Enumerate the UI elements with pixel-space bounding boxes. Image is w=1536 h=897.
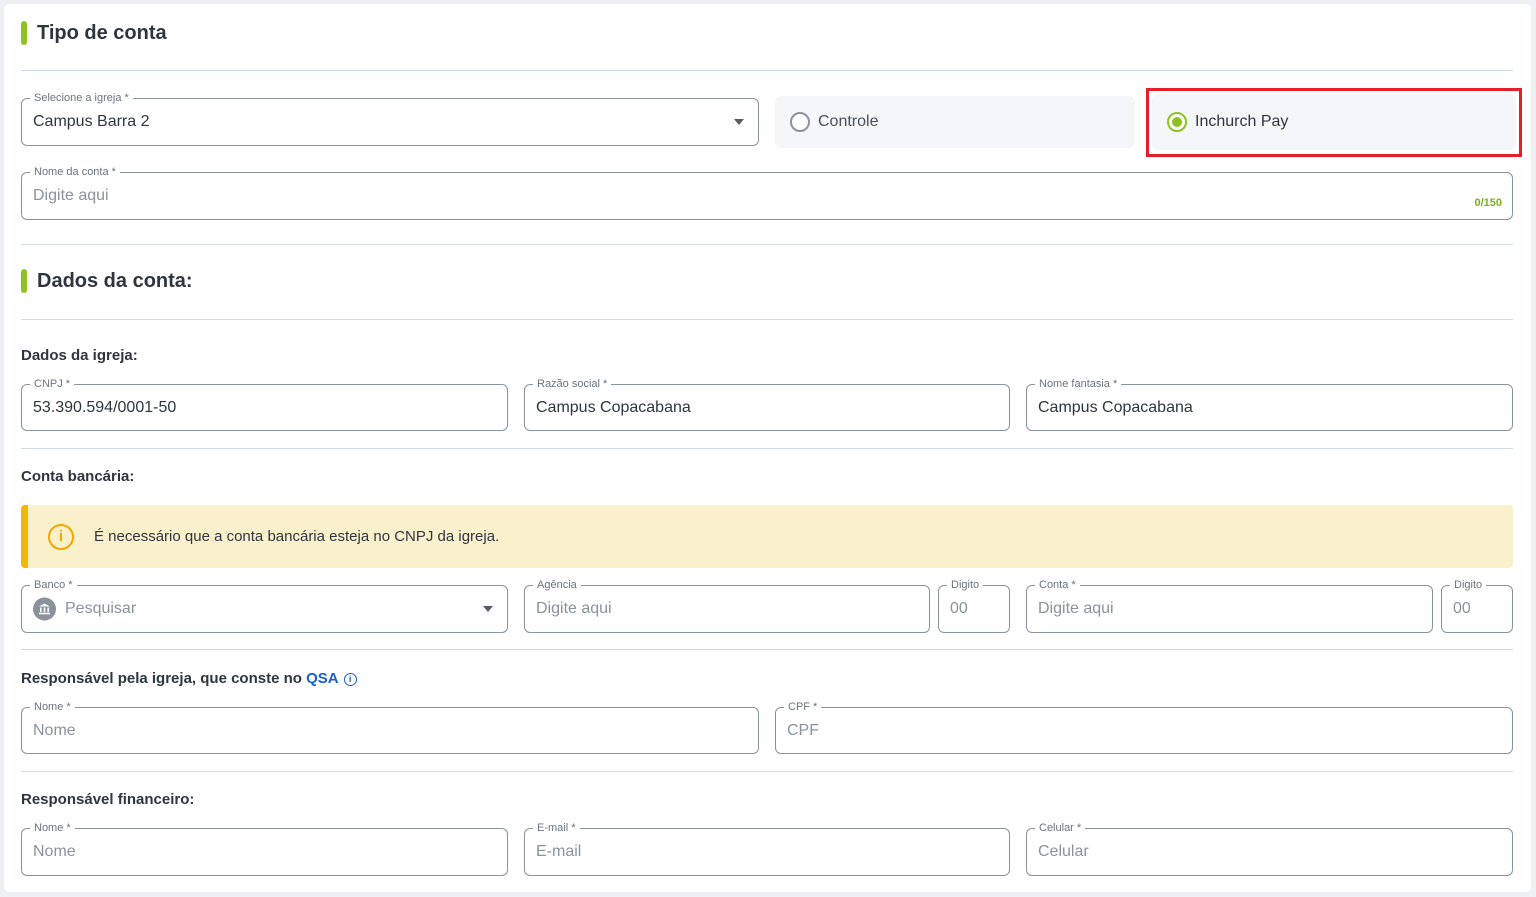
divider [21, 448, 1513, 449]
section-tipo-de-conta: Tipo de conta [21, 20, 167, 46]
banco-select[interactable]: Banco * Pesquisar [21, 578, 508, 633]
nome-fantasia-label: Nome fantasia * [1035, 377, 1122, 391]
nome-fantasia-value: Campus Copacabana [1038, 398, 1193, 416]
subsection-title-text: Responsável pela igreja, que conste no [21, 670, 307, 687]
cpf-label: CPF * [784, 700, 822, 714]
responsavel-nome-label: Nome * [30, 700, 75, 714]
celular-label: Celular * [1035, 821, 1086, 835]
conta-label: Conta * [1035, 578, 1080, 592]
igreja-select-label: Selecione a igreja * [30, 91, 133, 105]
banco-placeholder: Pesquisar [65, 600, 137, 617]
agencia-digito-placeholder: 00 [950, 600, 968, 617]
qsa-link[interactable]: QSA [306, 670, 339, 687]
section-title: Tipo de conta [37, 21, 167, 44]
email-field[interactable]: E-mail * E-mail [524, 821, 1010, 876]
radio-controle[interactable] [790, 112, 810, 132]
banco-label: Banco * [30, 578, 77, 592]
subsection-title: Responsável financeiro: [21, 791, 195, 808]
financeiro-nome-field[interactable]: Nome * Nome [21, 821, 508, 876]
celular-field[interactable]: Celular * Celular [1026, 821, 1513, 876]
cnpj-label: CNPJ * [30, 377, 75, 391]
section-accent-bar [21, 21, 27, 45]
igreja-select[interactable]: Selecione a igreja * Campus Barra 2 [21, 91, 759, 146]
email-placeholder: E-mail [536, 843, 582, 860]
nome-conta-field[interactable]: Nome da conta * Digite aqui 0/150 [21, 165, 1513, 220]
financeiro-nome-label: Nome * [30, 821, 75, 835]
responsavel-nome-field[interactable]: Nome * Nome [21, 700, 759, 754]
chevron-down-icon[interactable] [734, 119, 744, 125]
divider [21, 70, 1513, 71]
agencia-digito-field[interactable]: Digito 00 [938, 578, 1010, 633]
nome-conta-placeholder: Digite aqui [33, 187, 109, 204]
agencia-digito-label: Digito [947, 578, 984, 592]
conta-digito-placeholder: 00 [1453, 600, 1471, 617]
option-controle-label: Controle [818, 113, 879, 130]
conta-digito-label: Digito [1450, 578, 1487, 592]
divider [21, 649, 1513, 650]
section-dados-da-conta: Dados da conta: [21, 268, 193, 294]
option-controle[interactable]: Controle [775, 96, 1135, 148]
divider [21, 319, 1513, 320]
agencia-placeholder: Digite aqui [536, 600, 612, 617]
cnpj-field[interactable]: CNPJ * 53.390.594/0001-50 [21, 377, 508, 431]
bank-icon [33, 597, 56, 621]
razao-social-label: Razão social * [533, 377, 612, 391]
subsection-title: Conta bancária: [21, 468, 135, 485]
agencia-label: Agência [533, 578, 581, 592]
subsection-title-responsavel-igreja: Responsável pela igreja, que conste no Q… [21, 670, 357, 687]
chevron-down-icon[interactable] [483, 606, 493, 612]
selection-highlight [1146, 88, 1522, 157]
subsection-title: Dados da igreja: [21, 347, 138, 364]
nome-fantasia-field[interactable]: Nome fantasia * Campus Copacabana [1026, 377, 1513, 431]
info-icon[interactable]: i [343, 672, 357, 686]
section-title: Dados da conta: [37, 269, 193, 292]
divider [21, 244, 1513, 245]
section-accent-bar [21, 269, 27, 293]
bank-account-alert: i É necessário que a conta bancária este… [21, 505, 1513, 568]
nome-conta-label: Nome da conta * [30, 165, 120, 179]
celular-placeholder: Celular [1038, 843, 1089, 860]
divider [21, 771, 1513, 772]
cpf-placeholder: CPF [787, 721, 819, 739]
alert-text: É necessário que a conta bancária esteja… [94, 528, 500, 545]
info-icon: i [48, 523, 74, 550]
razao-social-field[interactable]: Razão social * Campus Copacabana [524, 377, 1010, 431]
cnpj-value: 53.390.594/0001-50 [33, 398, 177, 416]
conta-field[interactable]: Conta * Digite aqui [1026, 578, 1433, 633]
char-counter: 0/150 [1474, 197, 1502, 209]
razao-social-value: Campus Copacabana [536, 398, 691, 416]
agencia-field[interactable]: Agência Digite aqui [524, 578, 930, 633]
responsavel-nome-placeholder: Nome [33, 721, 76, 739]
igreja-select-value: Campus Barra 2 [33, 113, 150, 130]
financeiro-nome-placeholder: Nome [33, 843, 76, 860]
conta-digito-field[interactable]: Digito 00 [1441, 578, 1513, 633]
conta-placeholder: Digite aqui [1038, 600, 1114, 617]
cpf-field[interactable]: CPF * CPF [775, 700, 1513, 754]
email-label: E-mail * [533, 821, 580, 835]
